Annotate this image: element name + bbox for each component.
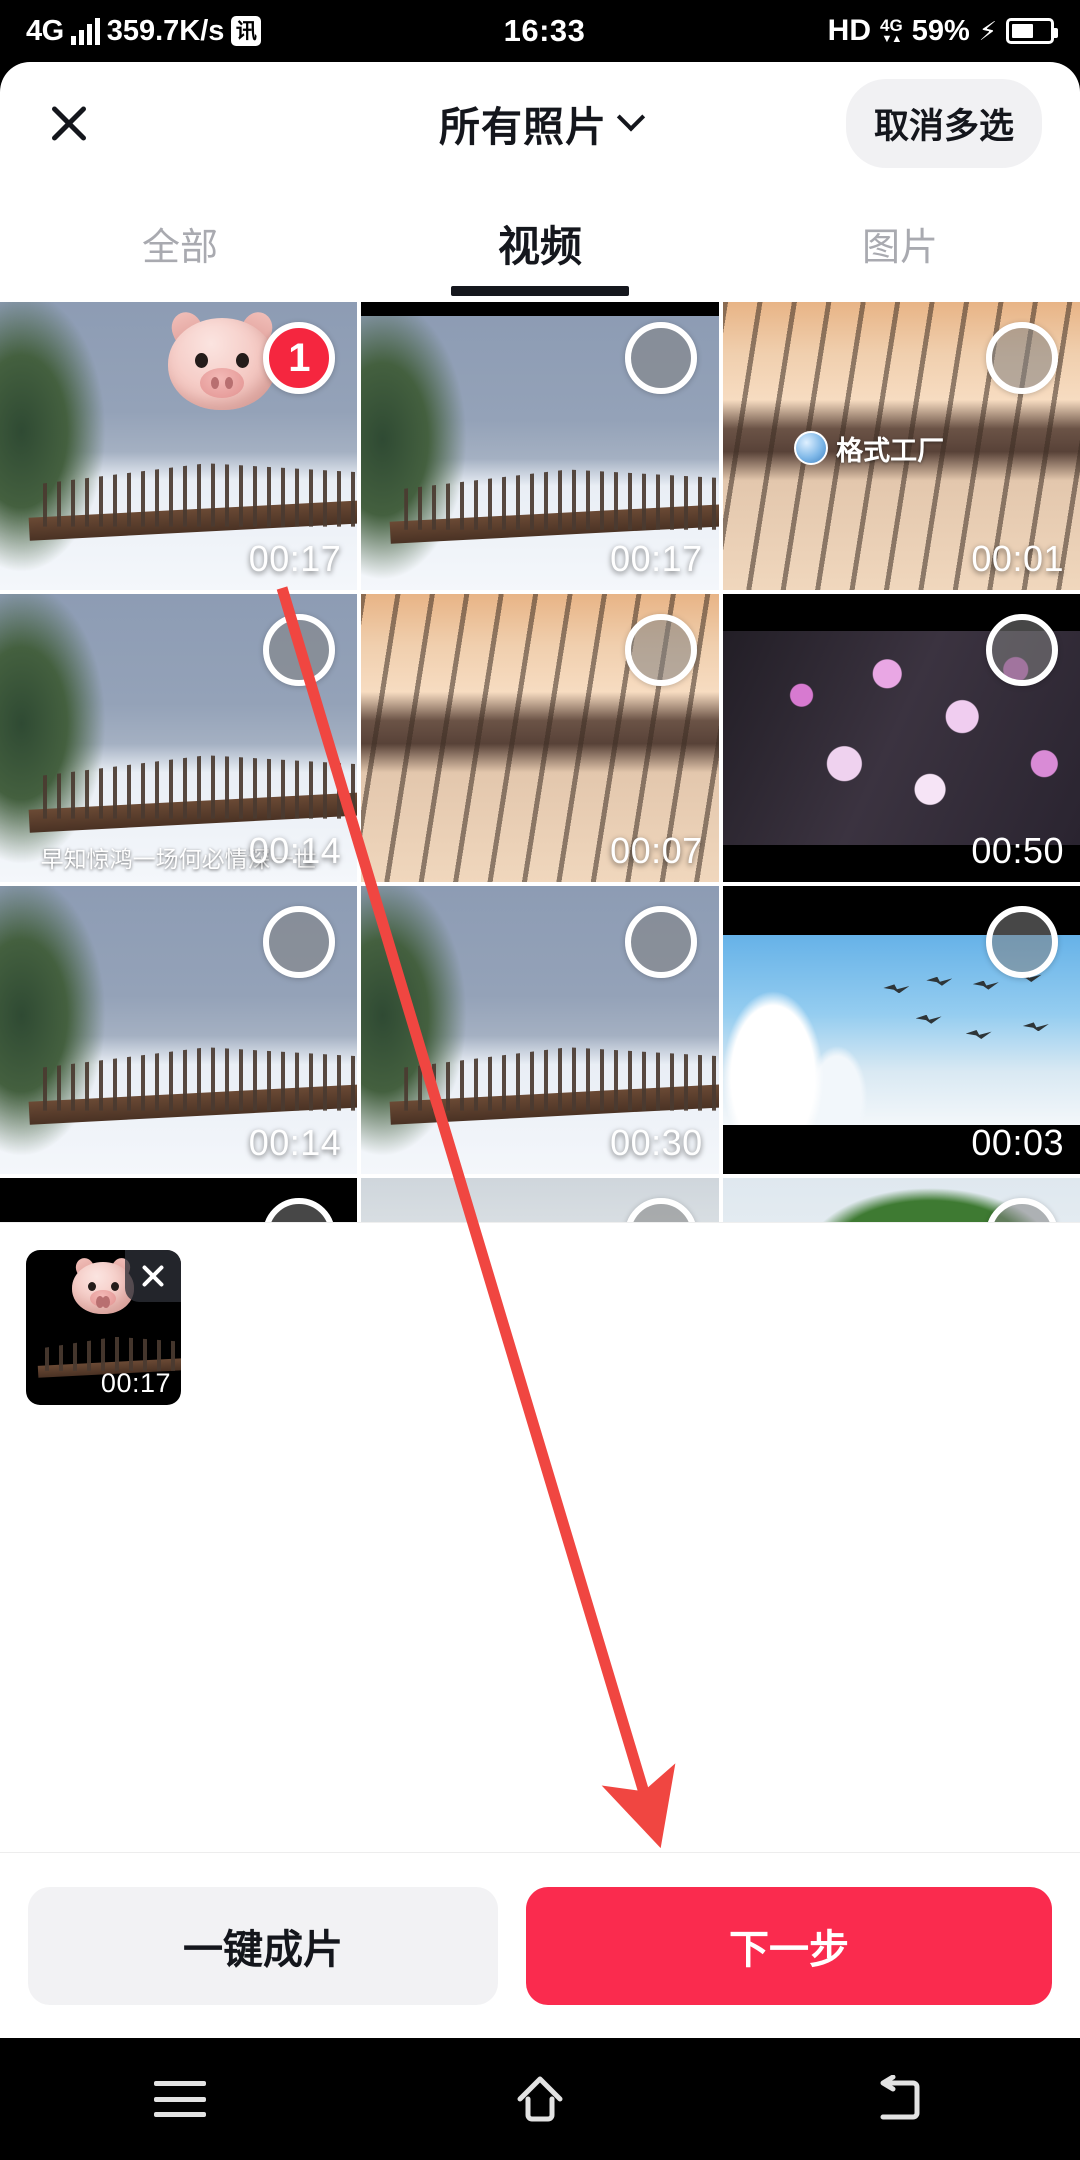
watermark-label: 格式工厂 [836, 435, 945, 466]
next-step-button[interactable]: 下一步 [526, 1886, 1052, 2005]
bottom-action-bar: 一键成片 下一步 [0, 1852, 1080, 2038]
media-grid: 1 00:17 00:17 格式工厂 00:01 早知惊鸿一场何必情深一世 00… [0, 302, 1080, 1222]
nav-recents-button[interactable] [0, 2081, 360, 2117]
media-cell[interactable]: 早知惊鸿一场何必情深一世 00:14 [0, 594, 358, 882]
volte-label: 4G [880, 16, 903, 35]
duration-label: 00:50 [971, 830, 1064, 871]
selection-circle[interactable] [986, 614, 1058, 686]
selected-item-chip[interactable]: 00:17 [26, 1250, 181, 1405]
battery-percent-label: 59% [911, 14, 970, 47]
screen: 4G 359.7K/s 讯 16:33 HD 4G ▼▲ 59% ⚡ 所有照片 [0, 0, 1080, 2160]
duration-label: 00:17 [610, 538, 703, 579]
selection-circle[interactable] [263, 614, 336, 686]
media-cell[interactable]: 00:07 [361, 594, 719, 882]
duration-label: 00:17 [248, 538, 342, 579]
charging-bolt-icon: ⚡ [978, 15, 997, 46]
chevron-down-icon[interactable] [616, 103, 646, 132]
media-cell[interactable]: 00:17 [361, 302, 719, 590]
duration-label: 00:07 [610, 830, 703, 871]
media-type-tabs: 全部 视频 图片 [0, 184, 1080, 302]
network-speed-label: 359.7K/s [106, 14, 225, 47]
media-cell[interactable] [361, 1178, 719, 1222]
selection-circle[interactable] [986, 322, 1058, 394]
media-cell[interactable]: 00:14 [0, 886, 358, 1174]
globe-icon [794, 431, 829, 466]
volte-arrows: ▼▲ [881, 33, 902, 45]
watermark: 格式工厂 [794, 429, 944, 468]
nav-back-button[interactable] [720, 2075, 1080, 2123]
tab-image-label: 图片 [861, 226, 938, 269]
media-cell[interactable]: 00:03 [722, 886, 1080, 1174]
hd-icon: HD [827, 14, 871, 47]
media-cell[interactable]: 格式工厂 00:01 [722, 302, 1080, 590]
status-bar-right: HD 4G ▼▲ 59% ⚡ [828, 14, 1080, 48]
ime-icon: 讯 [231, 16, 262, 46]
selection-circle[interactable] [263, 906, 336, 978]
close-icon[interactable] [38, 92, 100, 154]
tab-active-underline [451, 286, 629, 296]
duration-label: 00:01 [971, 538, 1064, 579]
selection-circle[interactable] [624, 906, 697, 978]
selection-badge[interactable]: 1 [263, 322, 336, 394]
home-icon [517, 2076, 563, 2122]
pig-emoji [166, 307, 278, 410]
selection-circle[interactable] [263, 1198, 336, 1222]
app-sheet: 所有照片 取消多选 全部 视频 图片 1 00:17 00:17 格式工厂 00… [0, 62, 1080, 2038]
duration-label: 00:14 [248, 1122, 342, 1163]
selection-circle[interactable] [624, 614, 697, 686]
media-cell[interactable] [722, 1178, 1080, 1222]
app-header: 所有照片 取消多选 [0, 62, 1080, 184]
remove-selected-icon[interactable] [125, 1250, 181, 1302]
network-type-label: 4G [26, 14, 64, 47]
duration-label: 00:03 [971, 1122, 1064, 1163]
back-icon [880, 2075, 920, 2120]
tab-all[interactable]: 全部 [0, 184, 360, 302]
duration-label: 00:30 [610, 1122, 703, 1163]
tab-video-label: 视频 [497, 222, 582, 270]
duration-label: 00:17 [100, 1368, 171, 1398]
media-cell[interactable]: 00:30 [361, 886, 719, 1174]
clock-label: 16:33 [503, 13, 586, 48]
media-cell[interactable]: 1 00:17 [0, 302, 358, 590]
one-click-movie-button[interactable]: 一键成片 [28, 1886, 498, 2005]
page-title: 所有照片 [439, 104, 607, 150]
volte-icon: 4G ▼▲ [880, 17, 903, 45]
tab-all-label: 全部 [141, 226, 218, 269]
status-bar: 4G 359.7K/s 讯 16:33 HD 4G ▼▲ 59% ⚡ [0, 0, 1080, 62]
status-bar-center: 16:33 [261, 13, 827, 49]
menu-icon [154, 2081, 206, 2117]
tab-image[interactable]: 图片 [720, 184, 1080, 302]
selection-circle[interactable] [624, 322, 697, 394]
android-nav-bar [0, 2038, 1080, 2160]
status-bar-left: 4G 359.7K/s 讯 [0, 14, 262, 48]
selected-items-strip: 00:17 [0, 1222, 1080, 1432]
tab-video[interactable]: 视频 [360, 184, 720, 302]
battery-icon [1006, 18, 1058, 44]
cancel-multiselect-button[interactable]: 取消多选 [845, 78, 1042, 168]
duration-label: 00:14 [248, 830, 342, 871]
signal-bars-icon [70, 17, 100, 45]
selection-circle[interactable] [986, 906, 1058, 978]
media-cell[interactable] [0, 1178, 358, 1222]
nav-home-button[interactable] [360, 2073, 720, 2125]
media-cell[interactable]: 00:50 [722, 594, 1080, 882]
